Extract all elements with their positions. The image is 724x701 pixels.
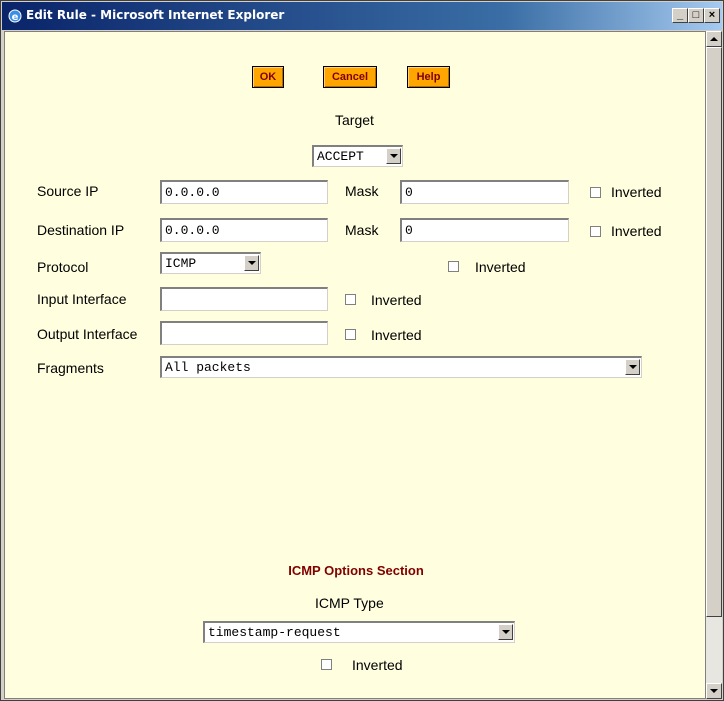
fragments-label: Fragments <box>37 360 104 376</box>
fragments-select[interactable]: All packets <box>160 356 642 378</box>
target-value: ACCEPT <box>317 149 364 164</box>
destination-inverted-checkbox[interactable] <box>590 226 601 237</box>
source-mask-input[interactable]: 0 <box>400 180 569 204</box>
protocol-label: Protocol <box>37 259 89 275</box>
input-interface-input[interactable] <box>160 287 328 311</box>
source-inverted-checkbox[interactable] <box>590 187 601 198</box>
svg-text:e: e <box>12 12 19 23</box>
protocol-value: ICMP <box>165 256 197 271</box>
destination-ip-label: Destination IP <box>37 222 125 238</box>
input-interface-label: Input Interface <box>37 291 127 307</box>
minimize-button[interactable]: _ <box>672 8 688 23</box>
protocol-select[interactable]: ICMP <box>160 252 261 274</box>
destination-ip-input[interactable]: 0.0.0.0 <box>160 218 328 242</box>
scroll-down-button[interactable] <box>706 683 722 699</box>
icmp-inverted-label: Inverted <box>352 657 403 673</box>
maximize-button[interactable]: □ <box>688 8 704 23</box>
input-interface-inverted-checkbox[interactable] <box>345 294 356 305</box>
icmp-type-value: timestamp-request <box>208 625 341 640</box>
vertical-scrollbar[interactable] <box>706 31 722 699</box>
output-interface-inverted-checkbox[interactable] <box>345 329 356 340</box>
cancel-button[interactable]: Cancel <box>323 66 377 88</box>
protocol-inverted-label: Inverted <box>475 259 526 275</box>
scroll-thumb[interactable] <box>706 47 722 617</box>
chevron-down-icon <box>248 261 256 265</box>
output-interface-input[interactable] <box>160 321 328 345</box>
destination-mask-label: Mask <box>345 222 379 238</box>
destination-mask-input[interactable]: 0 <box>400 218 569 242</box>
close-button[interactable]: × <box>704 8 720 23</box>
ie-icon: e <box>8 9 22 23</box>
title-bar[interactable]: e Edit Rule - Microsoft Internet Explore… <box>2 2 722 30</box>
source-ip-label: Source IP <box>37 183 99 199</box>
fragments-value: All packets <box>165 360 251 375</box>
icmp-inverted-checkbox[interactable] <box>321 659 332 670</box>
target-label: Target <box>335 112 374 128</box>
output-interface-inverted-label: Inverted <box>371 327 422 343</box>
destination-inverted-label: Inverted <box>611 223 662 239</box>
ok-button[interactable]: OK <box>252 66 284 88</box>
source-ip-input[interactable]: 0.0.0.0 <box>160 180 328 204</box>
icmp-type-label: ICMP Type <box>315 595 384 611</box>
target-select[interactable]: ACCEPT <box>312 145 403 167</box>
chevron-down-icon <box>710 689 718 693</box>
fragments-dropdown-button[interactable] <box>625 359 640 375</box>
source-mask-label: Mask <box>345 183 379 199</box>
protocol-dropdown-button[interactable] <box>244 255 259 271</box>
icmp-type-select[interactable]: timestamp-request <box>203 621 515 643</box>
chevron-down-icon <box>502 630 510 634</box>
target-dropdown-button[interactable] <box>386 148 401 164</box>
window-title: Edit Rule - Microsoft Internet Explorer <box>26 8 285 22</box>
chevron-down-icon <box>629 365 637 369</box>
icmp-type-dropdown-button[interactable] <box>498 624 513 640</box>
input-interface-inverted-label: Inverted <box>371 292 422 308</box>
source-inverted-label: Inverted <box>611 184 662 200</box>
icmp-options-heading: ICMP Options Section <box>288 563 424 578</box>
page-content: OK Cancel Help Target ACCEPT Source IP 0… <box>4 31 706 699</box>
browser-window: e Edit Rule - Microsoft Internet Explore… <box>0 0 724 701</box>
output-interface-label: Output Interface <box>37 326 138 342</box>
chevron-up-icon <box>710 37 718 41</box>
chevron-down-icon <box>390 154 398 158</box>
protocol-inverted-checkbox[interactable] <box>448 261 459 272</box>
scroll-up-button[interactable] <box>706 31 722 47</box>
help-button[interactable]: Help <box>407 66 450 88</box>
